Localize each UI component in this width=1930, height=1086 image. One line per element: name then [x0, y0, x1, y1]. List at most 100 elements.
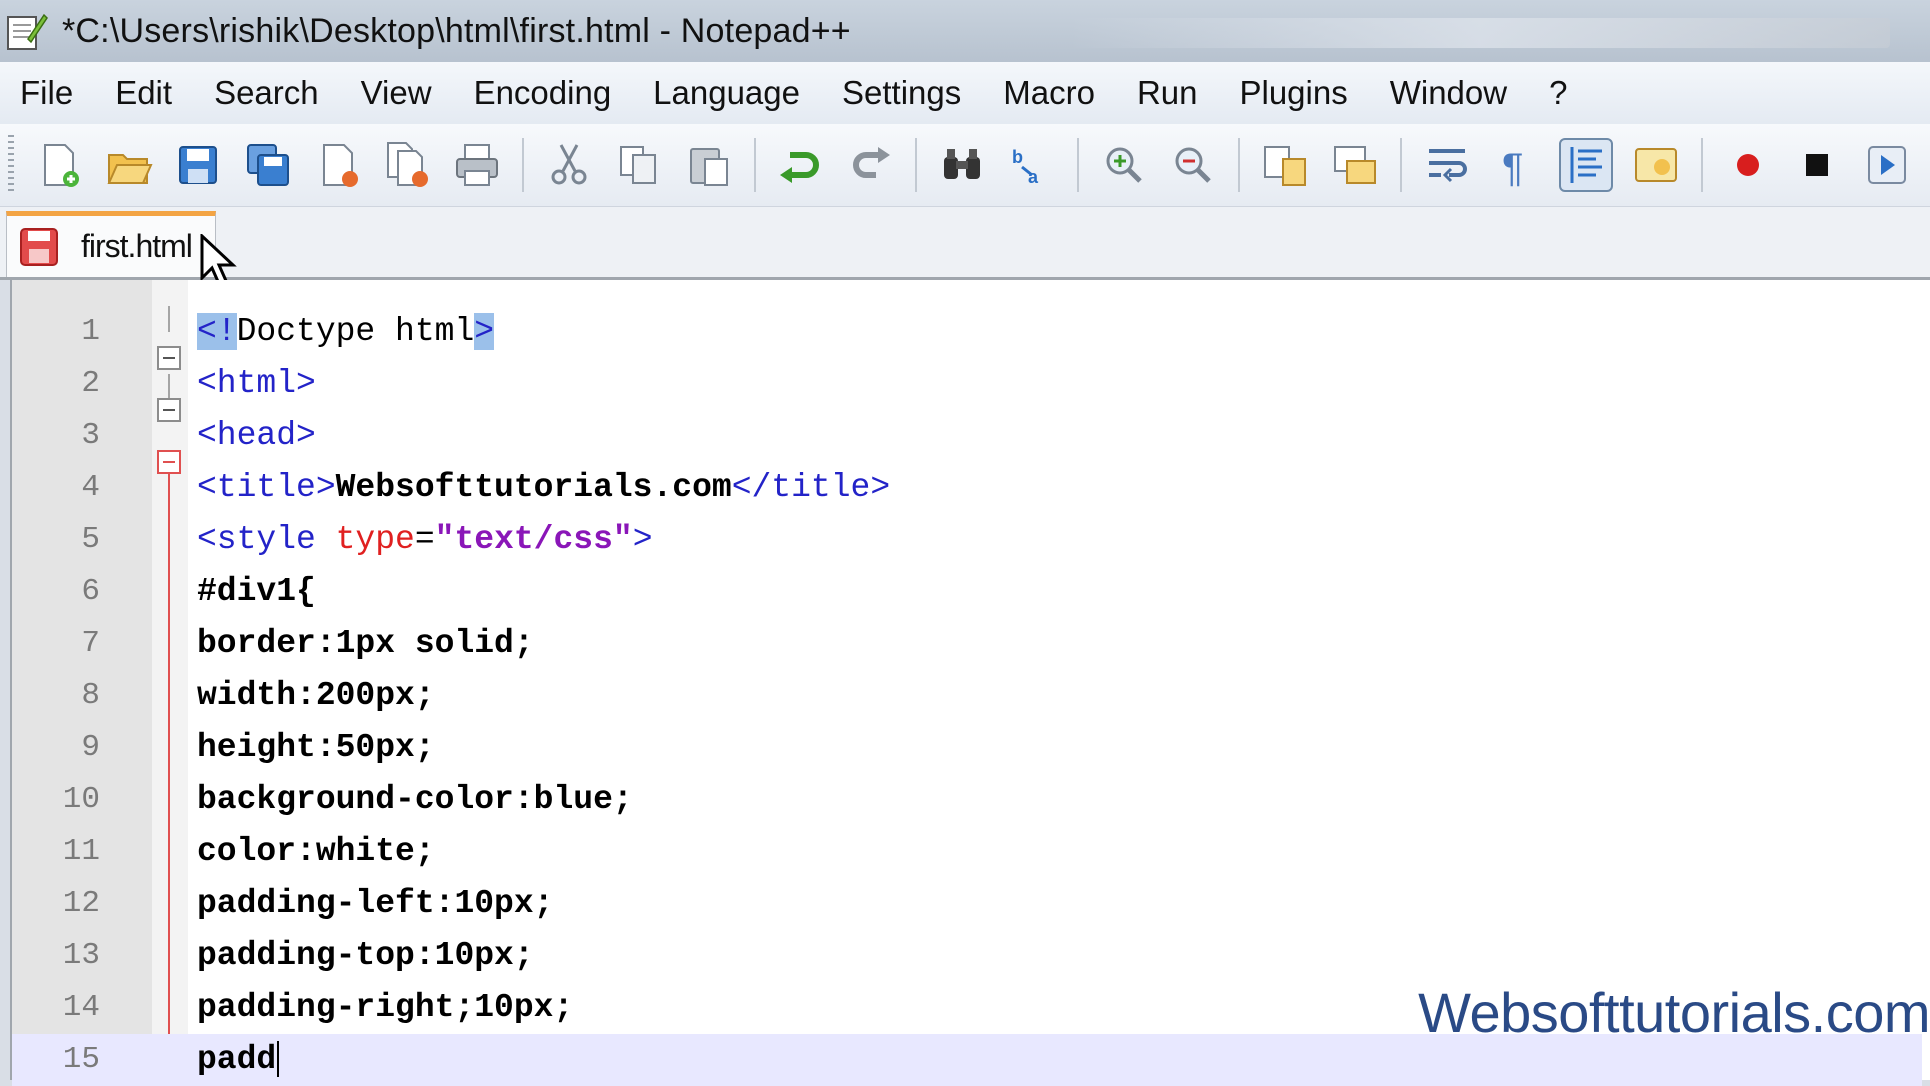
watermark: Websofttutorials.com: [1418, 981, 1930, 1044]
menu-encoding[interactable]: Encoding: [474, 74, 612, 112]
svg-text:b: b: [1012, 147, 1023, 167]
zoom-out-button[interactable]: [1166, 138, 1220, 192]
print-button[interactable]: [451, 138, 505, 192]
close-button[interactable]: [311, 138, 365, 192]
code-line[interactable]: 13 padding-top:10px;: [12, 930, 1922, 982]
line-number: 12: [62, 886, 100, 921]
code-text: padding-top:10px;: [197, 937, 534, 974]
stop-macro-button[interactable]: [1790, 138, 1844, 192]
menu-help[interactable]: ?: [1549, 74, 1567, 112]
code-text: <style type="text/css">: [197, 521, 653, 558]
word-wrap-button[interactable]: [1420, 138, 1474, 192]
code-text: <!Doctype html>: [197, 313, 495, 350]
save-all-button[interactable]: [241, 138, 295, 192]
word-wrap-icon: [1428, 149, 1467, 183]
line-number: 8: [81, 678, 100, 713]
close-all-icon: [386, 142, 428, 187]
code-line[interactable]: 4 <title>Websofttutorials.com</title>: [12, 462, 1922, 514]
window-title: *C:\Users\rishik\Desktop\html\first.html…: [62, 11, 851, 50]
menu-run[interactable]: Run: [1137, 74, 1198, 112]
notepad-app-icon[interactable]: [4, 9, 48, 53]
sync-vertical-icon: [1264, 146, 1307, 186]
find-button[interactable]: [935, 138, 989, 192]
code-line[interactable]: 7 border:1px solid;: [12, 618, 1922, 670]
indent-guide-button[interactable]: [1559, 138, 1613, 192]
copy-button[interactable]: [612, 138, 666, 192]
close-all-button[interactable]: [381, 138, 435, 192]
play-macro-button[interactable]: [1860, 138, 1914, 192]
toolbar-separator: [1700, 138, 1703, 192]
code-text: <html>: [197, 365, 316, 402]
redo-icon: [853, 147, 891, 178]
toolbar-separator: [1238, 138, 1241, 192]
code-text: <title>Websofttutorials.com</title>: [197, 469, 891, 506]
line-number: 10: [62, 782, 100, 817]
show-all-characters-button[interactable]: ¶: [1489, 138, 1543, 192]
toolbar-grip[interactable]: [8, 135, 14, 195]
code-text: padd: [197, 1034, 280, 1086]
toolbar-separator: [1399, 138, 1402, 192]
open-file-button[interactable]: [102, 138, 156, 192]
user-language-button[interactable]: [1629, 138, 1683, 192]
menu-file[interactable]: File: [20, 74, 73, 112]
undo-button[interactable]: [774, 138, 828, 192]
menu-settings[interactable]: Settings: [842, 74, 961, 112]
code-line[interactable]: 8 width:200px;: [12, 670, 1922, 722]
code-line[interactable]: 10 background-color:blue;: [12, 774, 1922, 826]
code-line[interactable]: 5 <style type="text/css">: [12, 514, 1922, 566]
code-line[interactable]: 2 <html>: [12, 358, 1922, 410]
line-number: 13: [62, 938, 100, 973]
menu-plugins[interactable]: Plugins: [1239, 74, 1347, 112]
line-number: 2: [81, 366, 100, 401]
menu-macro[interactable]: Macro: [1003, 74, 1095, 112]
zoom-out-icon: [1175, 147, 1212, 183]
tab-bar: first.html: [0, 207, 1930, 280]
paste-button[interactable]: [682, 138, 736, 192]
menu-language[interactable]: Language: [653, 74, 800, 112]
code-line[interactable]: 9 height:50px;: [12, 722, 1922, 774]
text-caret: [277, 1041, 280, 1078]
binoculars-icon: [943, 149, 980, 179]
code-text: padding-left:10px;: [197, 885, 554, 922]
indent-guide-icon: [1570, 147, 1603, 183]
save-button[interactable]: [172, 138, 226, 192]
title-bar: *C:\Users\rishik\Desktop\html\first.html…: [0, 0, 1930, 62]
window-controls[interactable]: [1070, 18, 1890, 48]
code-line[interactable]: 1 <!Doctype html>: [12, 306, 1922, 358]
svg-text:¶: ¶: [1502, 146, 1523, 189]
sync-vertical-button[interactable]: [1258, 138, 1312, 192]
line-number: 14: [62, 990, 100, 1025]
code-line[interactable]: 12 padding-left:10px;: [12, 878, 1922, 930]
play-icon: [1868, 146, 1907, 184]
code-text: <head>: [197, 417, 316, 454]
copy-icon: [619, 146, 656, 184]
toolbar: ba ¶: [0, 124, 1930, 207]
code-line[interactable]: 11 color:white;: [12, 826, 1922, 878]
paste-icon: [689, 148, 728, 186]
code-text: width:200px;: [197, 677, 435, 714]
menu-window[interactable]: Window: [1390, 74, 1507, 112]
code-text: background-color:blue;: [197, 781, 633, 818]
line-number: 4: [81, 470, 100, 505]
scissors-icon: [551, 144, 587, 185]
code-editor[interactable]: 1 <!Doctype html> 2 <html> 3 <head> 4 <t…: [10, 280, 1930, 1086]
sync-horizontal-button[interactable]: [1328, 138, 1382, 192]
cut-button[interactable]: [542, 138, 596, 192]
replace-button[interactable]: ba: [1005, 138, 1059, 192]
save-icon: [179, 146, 218, 184]
new-file-button[interactable]: [32, 138, 86, 192]
line-number: 5: [81, 522, 100, 557]
close-file-icon: [322, 144, 358, 187]
code-line[interactable]: 3 <head>: [12, 410, 1922, 462]
menu-search[interactable]: Search: [214, 74, 319, 112]
redo-button[interactable]: [843, 138, 897, 192]
tab-first-html[interactable]: first.html: [6, 211, 216, 277]
menu-edit[interactable]: Edit: [115, 74, 172, 112]
line-number: 6: [81, 574, 100, 609]
record-macro-button[interactable]: [1721, 138, 1775, 192]
code-line[interactable]: 6 #div1{: [12, 566, 1922, 618]
menu-view[interactable]: View: [361, 74, 432, 112]
zoom-in-button[interactable]: [1097, 138, 1151, 192]
line-number: 15: [62, 1042, 100, 1077]
code-text: height:50px;: [197, 729, 435, 766]
